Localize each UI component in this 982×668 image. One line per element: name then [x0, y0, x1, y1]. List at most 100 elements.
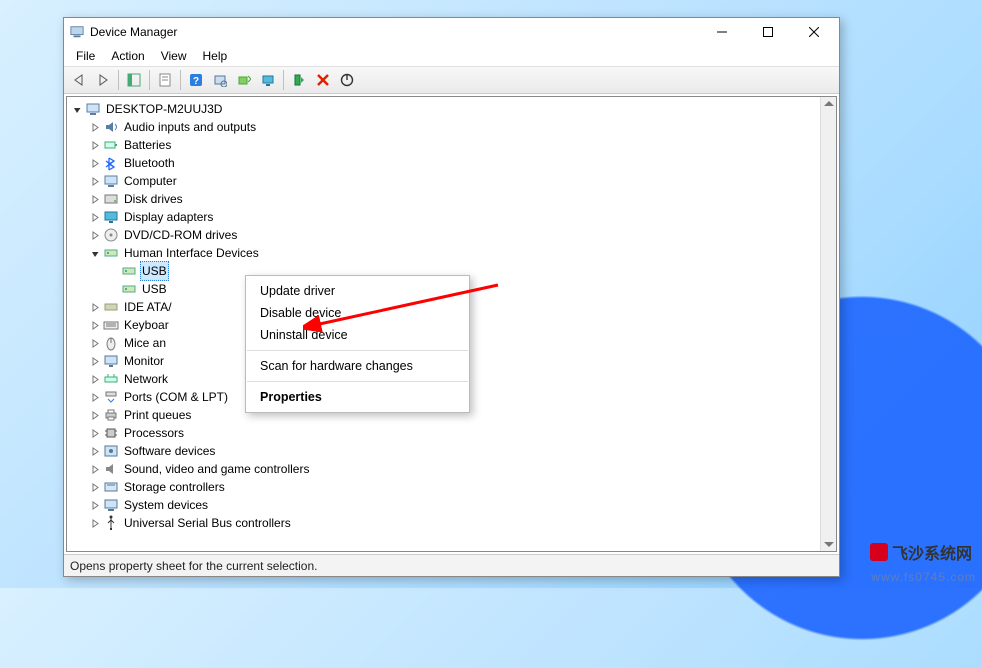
tree-item-label: Disk drives	[122, 190, 185, 208]
tree-item-label: Bluetooth	[122, 154, 177, 172]
context-menu-divider	[247, 381, 468, 382]
context-menu-item[interactable]: Scan for hardware changes	[246, 355, 469, 377]
tree-item-label: IDE ATA/	[122, 298, 174, 316]
titlebar: Device Manager	[64, 18, 839, 46]
tree-item[interactable]: Audio inputs and outputs	[89, 118, 824, 136]
expand-toggle[interactable]	[89, 519, 101, 528]
tree-item[interactable]: Software devices	[89, 442, 824, 460]
expand-toggle[interactable]	[89, 393, 101, 402]
expand-toggle[interactable]	[89, 141, 101, 150]
site-branding: 飞沙系统网	[870, 540, 972, 564]
toolbar-uninstall[interactable]	[312, 69, 334, 91]
ide-icon	[103, 299, 119, 315]
toolbar-separator	[118, 70, 119, 90]
tree-item-label: USB	[140, 280, 169, 298]
tree-item[interactable]: Storage controllers	[89, 478, 824, 496]
expand-toggle[interactable]	[89, 213, 101, 222]
toolbar-disable[interactable]	[336, 69, 358, 91]
context-menu-item[interactable]: Uninstall device	[246, 324, 469, 346]
expand-toggle[interactable]	[89, 249, 101, 258]
expand-toggle[interactable]	[89, 321, 101, 330]
toolbar-enable[interactable]	[288, 69, 310, 91]
tree-item-label: Ports (COM & LPT)	[122, 388, 230, 406]
audio-icon	[103, 119, 119, 135]
tree-item-label: Monitor	[122, 352, 166, 370]
close-button[interactable]	[791, 18, 837, 46]
tree-item-label: Sound, video and game controllers	[122, 460, 311, 478]
toolbar-forward[interactable]	[92, 69, 114, 91]
cd-icon	[103, 227, 119, 243]
watermark: www.fs0745.com	[871, 570, 976, 584]
context-menu-item[interactable]: Update driver	[246, 280, 469, 302]
toolbar-devices-printers[interactable]	[257, 69, 279, 91]
tree-item-label: Display adapters	[122, 208, 215, 226]
menu-action[interactable]: Action	[103, 47, 152, 65]
hid-icon	[121, 263, 137, 279]
tree-item[interactable]: System devices	[89, 496, 824, 514]
app-icon	[70, 25, 84, 39]
branding-text: 飞沙系统网	[892, 540, 972, 564]
expand-toggle[interactable]	[89, 357, 101, 366]
toolbar-properties[interactable]	[154, 69, 176, 91]
expand-toggle[interactable]	[89, 195, 101, 204]
network-icon	[103, 371, 119, 387]
tree-item-label: Mice an	[122, 334, 168, 352]
expand-toggle[interactable]	[71, 105, 83, 114]
expand-toggle[interactable]	[89, 429, 101, 438]
keyboard-icon	[103, 317, 119, 333]
expand-toggle[interactable]	[89, 501, 101, 510]
system-icon	[103, 497, 119, 513]
expand-toggle[interactable]	[89, 303, 101, 312]
tree-item[interactable]: Disk drives	[89, 190, 824, 208]
bluetooth-icon	[103, 155, 119, 171]
tree-item[interactable]: Computer	[89, 172, 824, 190]
tree-item-label: DVD/CD-ROM drives	[122, 226, 239, 244]
expand-toggle[interactable]	[89, 375, 101, 384]
tree-item[interactable]: Batteries	[89, 136, 824, 154]
menu-file[interactable]: File	[68, 47, 103, 65]
toolbar-scan[interactable]	[209, 69, 231, 91]
scrollbar[interactable]	[820, 97, 836, 551]
tree-item[interactable]: Bluetooth	[89, 154, 824, 172]
expand-toggle[interactable]	[89, 339, 101, 348]
printer-icon	[103, 407, 119, 423]
tree-item-label: Universal Serial Bus controllers	[122, 514, 293, 532]
toolbar-console-tree[interactable]	[123, 69, 145, 91]
tree-item[interactable]: Universal Serial Bus controllers	[89, 514, 824, 532]
software-icon	[103, 443, 119, 459]
maximize-button[interactable]	[745, 18, 791, 46]
expand-toggle[interactable]	[89, 159, 101, 168]
tree-root-label: DESKTOP-M2UUJ3D	[104, 100, 224, 118]
tree-item[interactable]: DVD/CD-ROM drives	[89, 226, 824, 244]
toolbar-back[interactable]	[68, 69, 90, 91]
tree-item[interactable]: Display adapters	[89, 208, 824, 226]
expand-toggle[interactable]	[89, 231, 101, 240]
battery-icon	[103, 137, 119, 153]
context-menu-item[interactable]: Disable device	[246, 302, 469, 324]
toolbar-separator	[283, 70, 284, 90]
tree-item[interactable]: Human Interface Devices	[89, 244, 824, 262]
menu-view[interactable]: View	[153, 47, 195, 65]
toolbar-update-driver[interactable]	[233, 69, 255, 91]
tree-item-label: Keyboar	[122, 316, 171, 334]
toolbar-help[interactable]: ?	[185, 69, 207, 91]
usb-icon	[103, 515, 119, 531]
toolbar-separator	[180, 70, 181, 90]
tree-item-label: Network	[122, 370, 170, 388]
menu-help[interactable]: Help	[195, 47, 236, 65]
expand-toggle[interactable]	[89, 177, 101, 186]
expand-toggle[interactable]	[89, 123, 101, 132]
expand-toggle[interactable]	[89, 447, 101, 456]
context-menu-item[interactable]: Properties	[246, 386, 469, 408]
monitor-icon	[103, 353, 119, 369]
tree-item[interactable]: Processors	[89, 424, 824, 442]
tree-item-label: System devices	[122, 496, 210, 514]
minimize-button[interactable]	[699, 18, 745, 46]
expand-toggle[interactable]	[89, 465, 101, 474]
tree-item[interactable]: Sound, video and game controllers	[89, 460, 824, 478]
sound-icon	[103, 461, 119, 477]
expand-toggle[interactable]	[89, 483, 101, 492]
tree-item-label: Batteries	[122, 136, 173, 154]
tree-root[interactable]: DESKTOP-M2UUJ3D	[71, 100, 824, 118]
expand-toggle[interactable]	[89, 411, 101, 420]
